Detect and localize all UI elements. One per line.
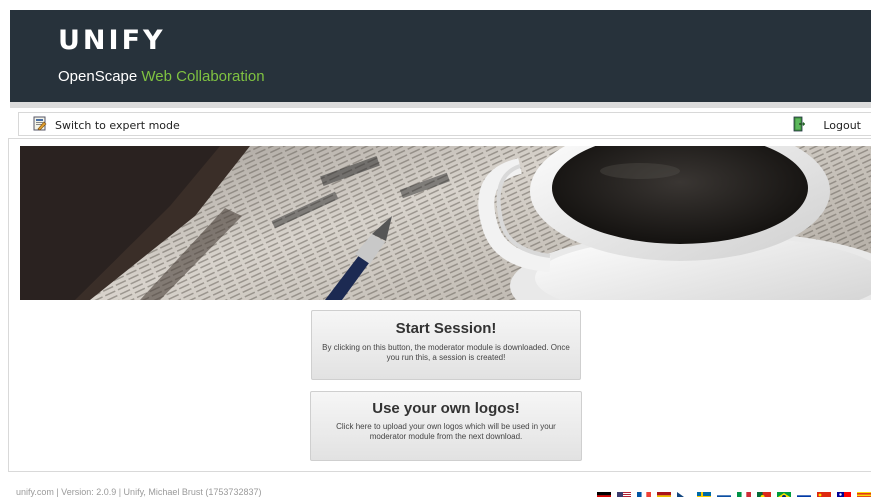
start-session-description: By clicking on this button, the moderato… [322,343,570,362]
logout-button[interactable]: Logout [792,116,861,134]
switch-expert-mode-button[interactable]: Switch to expert mode [33,116,180,134]
upload-logos-description: Click here to upload your own logos whic… [336,422,556,441]
spanish-flag-icon[interactable] [657,487,671,497]
logout-door-icon [792,116,806,135]
start-session-title: Start Session! [395,320,497,337]
upload-logos-button[interactable]: Use your own logos! Click here to upload… [310,391,582,461]
slovak-flag-icon[interactable] [717,487,731,497]
expert-mode-label: Switch to expert mode [55,118,180,132]
chinese-flag-icon[interactable] [817,487,831,497]
product-name-accent: Web Collaboration [141,68,265,85]
product-name: OpenScape Web Collaboration [58,68,265,85]
italian-flag-icon[interactable] [737,487,751,497]
catalan-flag-icon[interactable] [857,487,871,497]
main-content: Start Session! By clicking on this butto… [8,138,871,472]
header-divider [10,102,871,108]
coffee-newspaper-banner-image [20,146,871,300]
us-flag-icon[interactable] [617,487,631,497]
unify-logo: UNIFY [58,25,166,56]
footer-version-info: unify.com | Version: 2.0.9 | Unify, Mich… [16,487,262,497]
start-session-button[interactable]: Start Session! By clicking on this butto… [311,310,581,380]
product-name-main: OpenScape [58,68,138,85]
german-flag-icon[interactable] [597,487,611,497]
swedish-flag-icon[interactable] [697,487,711,497]
expert-mode-icon [33,116,47,134]
russian-flag-icon[interactable] [797,487,811,497]
toolbar: Switch to expert mode Logout [18,112,871,136]
czech-flag-icon[interactable] [677,487,691,497]
brazilian-flag-icon[interactable] [777,487,791,497]
logout-label: Logout [823,118,861,132]
upload-logos-title: Use your own logos! [372,400,520,417]
taiwan-flag-icon[interactable] [837,487,851,497]
language-selector [597,487,871,498]
app-header: UNIFY OpenScape Web Collaboration [10,10,871,102]
french-flag-icon[interactable] [637,487,651,497]
portuguese-flag-icon[interactable] [757,487,771,497]
